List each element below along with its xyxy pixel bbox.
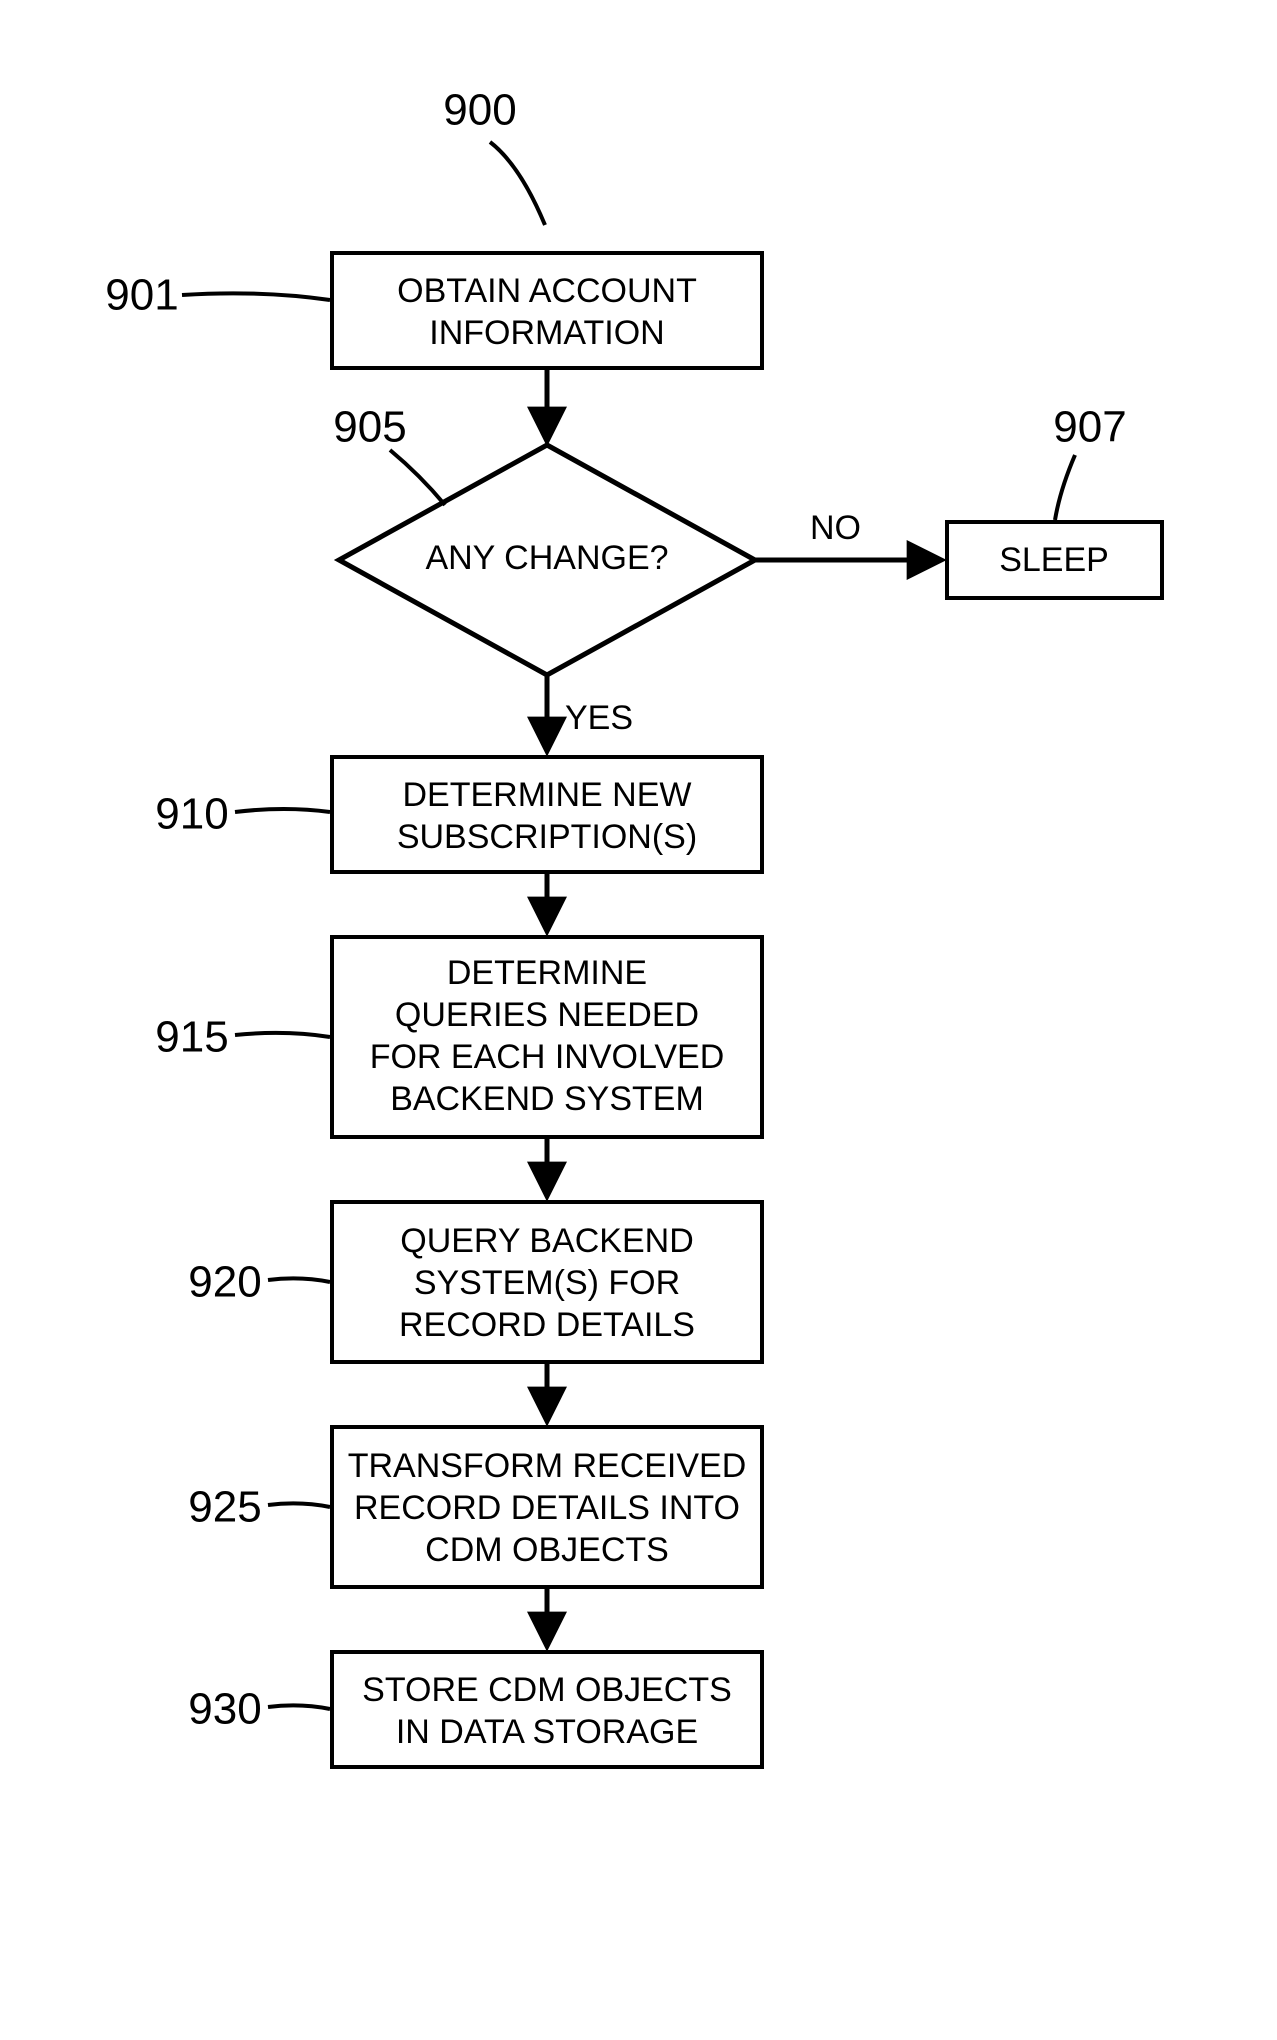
- step-915-line1: DETERMINE: [447, 954, 647, 992]
- edge-no-label: NO: [810, 509, 861, 547]
- step-915-line2: QUERIES NEEDED: [395, 996, 699, 1034]
- step-930-line1: STORE CDM OBJECTS: [362, 1671, 732, 1709]
- figure-ref-leader: [490, 142, 545, 225]
- decision-905-text: ANY CHANGE?: [425, 539, 668, 577]
- step-925-line2: RECORD DETAILS INTO: [354, 1489, 740, 1527]
- step-910-line2: SUBSCRIPTION(S): [397, 818, 697, 856]
- step-901-line1: OBTAIN ACCOUNT: [397, 272, 697, 310]
- leader-907: [1055, 455, 1075, 520]
- leader-925: [268, 1503, 330, 1507]
- step-910-line1: DETERMINE NEW: [403, 776, 692, 814]
- ref-910: 910: [155, 790, 228, 839]
- step-901: OBTAIN ACCOUNT INFORMATION 901: [105, 253, 762, 368]
- ref-907: 907: [1053, 403, 1126, 452]
- step-915: DETERMINE QUERIES NEEDED FOR EACH INVOLV…: [155, 937, 762, 1137]
- step-907-text: SLEEP: [999, 541, 1109, 579]
- step-901-line2: INFORMATION: [429, 314, 664, 352]
- ref-925: 925: [188, 1483, 261, 1532]
- flowchart: 900 OBTAIN ACCOUNT INFORMATION 901 ANY C…: [0, 0, 1277, 2040]
- step-920-line2: SYSTEM(S) FOR: [414, 1264, 680, 1302]
- step-915-line4: BACKEND SYSTEM: [390, 1080, 704, 1118]
- edge-yes-label: YES: [565, 699, 633, 737]
- leader-930: [268, 1705, 330, 1709]
- step-907: SLEEP 907: [947, 403, 1162, 598]
- step-925: TRANSFORM RECEIVED RECORD DETAILS INTO C…: [188, 1427, 762, 1587]
- leader-901: [182, 293, 330, 300]
- step-925-line1: TRANSFORM RECEIVED: [348, 1447, 747, 1485]
- leader-920: [268, 1278, 330, 1282]
- step-920: QUERY BACKEND SYSTEM(S) FOR RECORD DETAI…: [188, 1202, 762, 1362]
- ref-915: 915: [155, 1013, 228, 1062]
- step-930: STORE CDM OBJECTS IN DATA STORAGE 930: [188, 1652, 762, 1767]
- step-915-line3: FOR EACH INVOLVED: [370, 1038, 725, 1076]
- leader-910: [235, 809, 330, 812]
- step-930-line2: IN DATA STORAGE: [396, 1713, 698, 1751]
- ref-930: 930: [188, 1685, 261, 1734]
- ref-920: 920: [188, 1258, 261, 1307]
- step-925-line3: CDM OBJECTS: [425, 1531, 669, 1569]
- decision-905: ANY CHANGE? 905: [333, 403, 755, 675]
- step-910: DETERMINE NEW SUBSCRIPTION(S) 910: [155, 757, 762, 872]
- step-920-line1: QUERY BACKEND: [400, 1222, 694, 1260]
- leader-915: [235, 1033, 330, 1037]
- step-920-line3: RECORD DETAILS: [399, 1306, 695, 1344]
- ref-901: 901: [105, 271, 178, 320]
- ref-905: 905: [333, 403, 406, 452]
- leader-905: [390, 450, 445, 505]
- figure-ref: 900: [443, 86, 516, 135]
